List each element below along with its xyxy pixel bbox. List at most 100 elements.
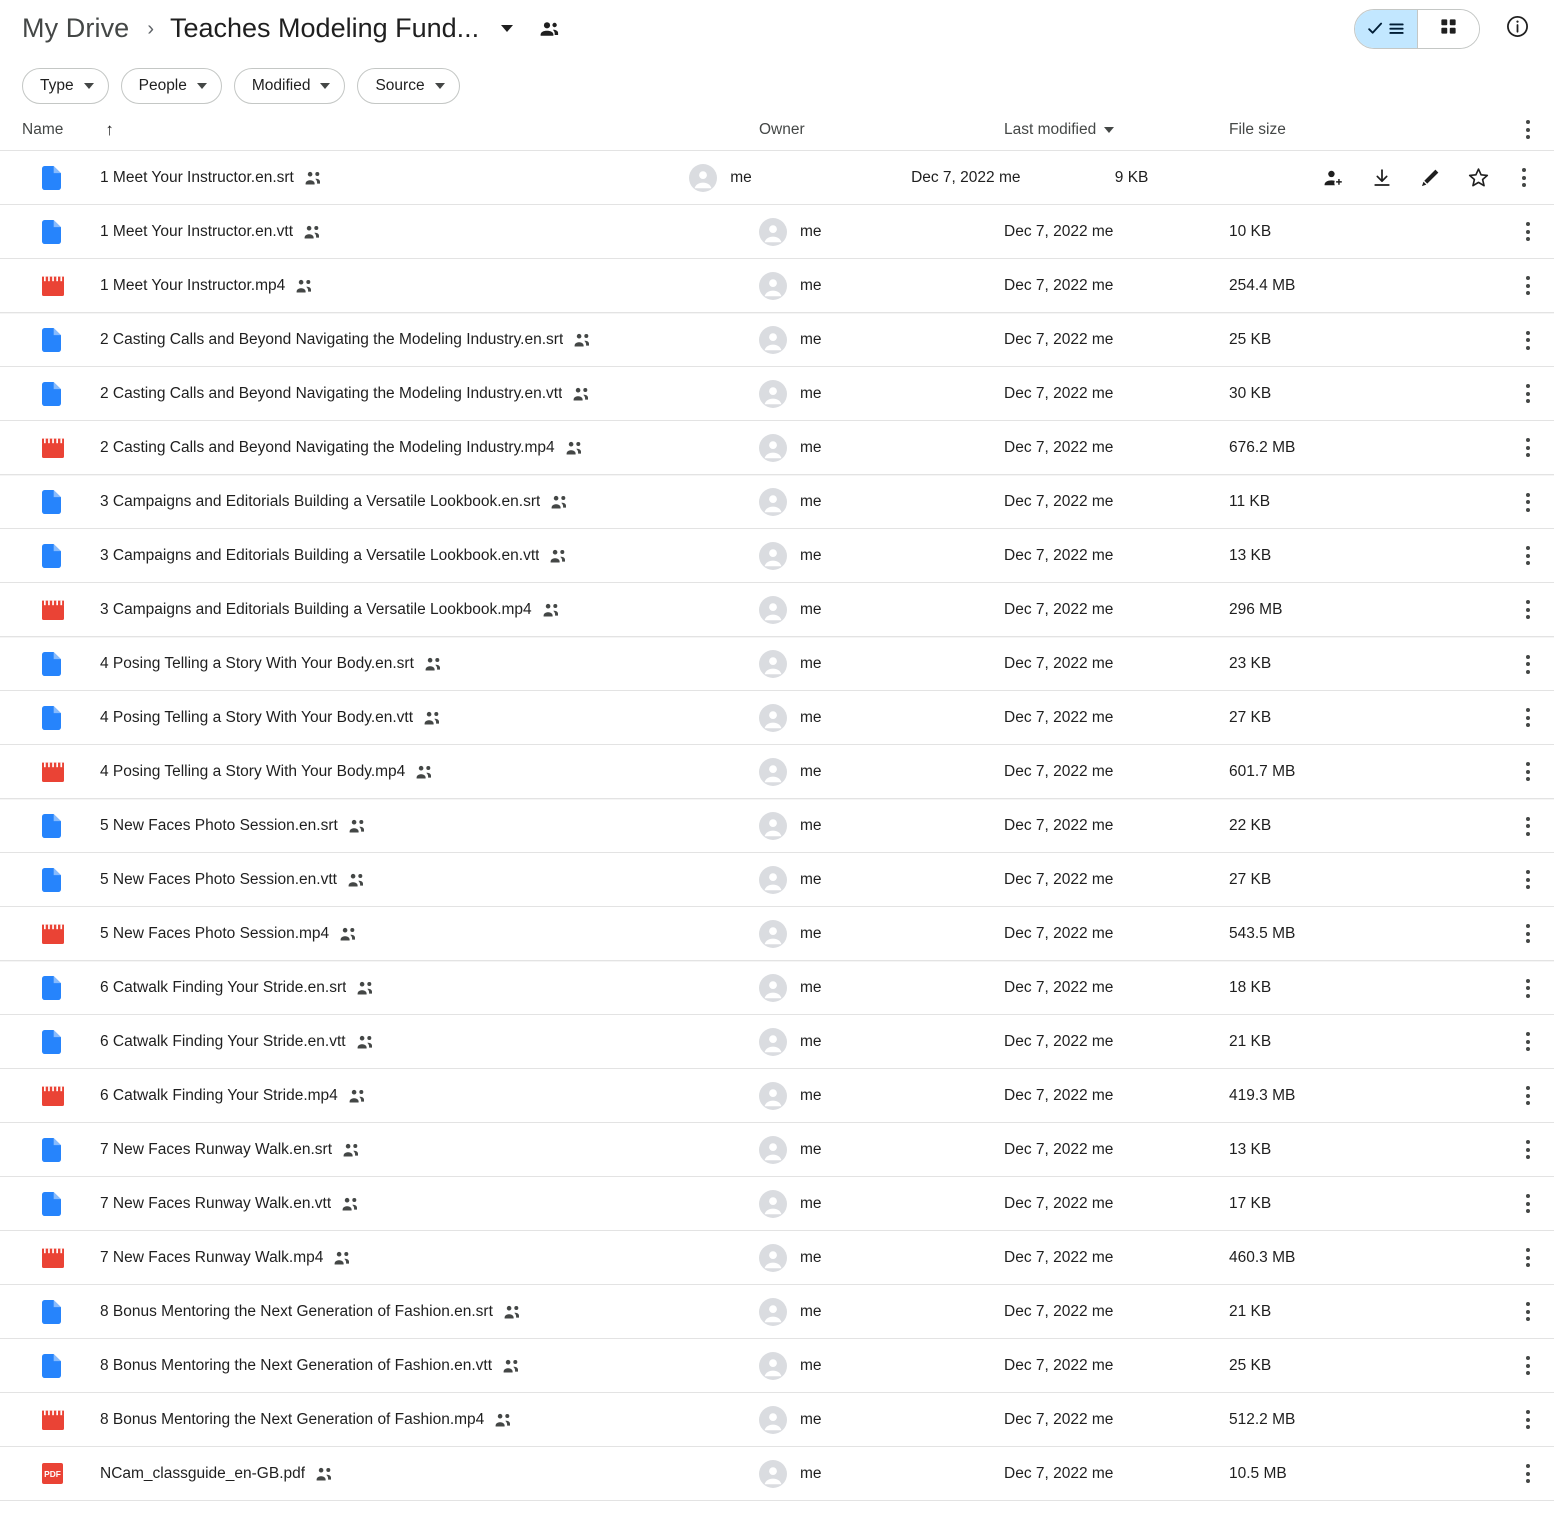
row-more-menu-icon[interactable] [1520,216,1536,247]
row-more-menu-icon[interactable] [1520,1188,1536,1219]
chevron-down-icon[interactable] [496,18,518,40]
file-name[interactable]: 5 New Faces Photo Session.en.vtt [100,871,337,889]
table-row[interactable]: 8 Bonus Mentoring the Next Generation of… [0,1339,1554,1393]
row-more-menu-icon[interactable] [1520,1026,1536,1057]
file-name[interactable]: 4 Posing Telling a Story With Your Body.… [100,655,414,673]
column-header-file-size[interactable]: File size [1229,121,1459,139]
download-icon[interactable] [1371,167,1393,189]
doc-file-icon [42,1137,100,1162]
filter-chip-source[interactable]: Source [357,68,460,104]
table-row[interactable]: 3 Campaigns and Editorials Building a Ve… [0,529,1554,583]
table-row[interactable]: 3 Campaigns and Editorials Building a Ve… [0,475,1554,529]
table-row[interactable]: 2 Casting Calls and Beyond Navigating th… [0,367,1554,421]
avatar [759,379,787,408]
file-name[interactable]: 8 Bonus Mentoring the Next Generation of… [100,1303,493,1321]
file-name[interactable]: 7 New Faces Runway Walk.en.vtt [100,1195,331,1213]
file-name[interactable]: 3 Campaigns and Editorials Building a Ve… [100,547,539,565]
grid-view-button[interactable] [1417,9,1479,48]
file-name[interactable]: 2 Casting Calls and Beyond Navigating th… [100,331,563,349]
info-button[interactable] [1498,10,1536,48]
table-row[interactable]: 2 Casting Calls and Beyond Navigating th… [0,313,1554,367]
filter-chip-modified[interactable]: Modified [233,68,346,104]
table-row[interactable]: 4 Posing Telling a Story With Your Body.… [0,691,1554,745]
file-name[interactable]: 6 Catwalk Finding Your Stride.en.vtt [100,1033,346,1051]
table-row[interactable]: 2 Casting Calls and Beyond Navigating th… [0,421,1554,475]
file-name[interactable]: 2 Casting Calls and Beyond Navigating th… [100,385,562,403]
list-view-button[interactable] [1355,9,1417,48]
file-name[interactable]: 7 New Faces Runway Walk.mp4 [100,1249,323,1267]
file-name[interactable]: 1 Meet Your Instructor.en.vtt [100,223,293,241]
file-name[interactable]: 5 New Faces Photo Session.mp4 [100,925,329,943]
file-name[interactable]: NCam_classguide_en-GB.pdf [100,1465,305,1483]
row-more-menu-icon[interactable] [1520,918,1536,949]
breadcrumb-my-drive[interactable]: My Drive [22,13,129,44]
column-header-last-modified[interactable]: Last modified [1004,121,1229,139]
table-row[interactable]: PDF NCam_classguide_en-GB.pdf me Dec 7, 202… [0,1447,1554,1501]
table-row[interactable]: 4 Posing Telling a Story With Your Body.… [0,637,1554,691]
row-more-menu-icon[interactable] [1520,973,1536,1004]
row-more-menu-icon[interactable] [1520,540,1536,571]
shared-people-icon [503,1359,521,1373]
file-name[interactable]: 1 Meet Your Instructor.mp4 [100,277,285,295]
row-more-menu-icon[interactable] [1520,702,1536,733]
table-row[interactable]: 3 Campaigns and Editorials Building a Ve… [0,583,1554,637]
table-row[interactable]: 6 Catwalk Finding Your Stride.mp4 me Dec 7… [0,1069,1554,1123]
file-name[interactable]: 3 Campaigns and Editorials Building a Ve… [100,601,532,619]
row-more-menu-icon[interactable] [1520,594,1536,625]
filter-chip-type[interactable]: Type [22,68,109,104]
person-add-icon[interactable] [1323,167,1345,189]
row-more-menu-icon[interactable] [1516,162,1532,193]
table-row[interactable]: 7 New Faces Runway Walk.mp4 me Dec 7, 2022… [0,1231,1554,1285]
table-row[interactable]: 1 Meet Your Instructor.en.vtt me Dec 7, 20… [0,205,1554,259]
file-name[interactable]: 8 Bonus Mentoring the Next Generation of… [100,1357,492,1375]
table-row[interactable]: 8 Bonus Mentoring the Next Generation of… [0,1393,1554,1447]
file-name[interactable]: 4 Posing Telling a Story With Your Body.… [100,709,413,727]
more-vertical-icon[interactable] [1520,114,1536,145]
file-name[interactable]: 1 Meet Your Instructor.en.srt [100,169,294,187]
file-name[interactable]: 7 New Faces Runway Walk.en.srt [100,1141,332,1159]
file-name[interactable]: 4 Posing Telling a Story With Your Body.… [100,763,405,781]
row-more-menu-icon[interactable] [1520,1242,1536,1273]
table-row[interactable]: 4 Posing Telling a Story With Your Body.… [0,745,1554,799]
pencil-edit-icon[interactable] [1419,167,1441,189]
filter-chip-people[interactable]: People [120,68,222,104]
row-more-menu-icon[interactable] [1520,487,1536,518]
table-row[interactable]: 1 Meet Your Instructor.en.srt me Dec 7, 20… [0,151,1554,205]
row-more-menu-icon[interactable] [1520,864,1536,895]
file-name[interactable]: 5 New Faces Photo Session.en.srt [100,817,338,835]
row-more-menu-icon[interactable] [1520,1080,1536,1111]
row-more-menu-icon[interactable] [1520,325,1536,356]
column-header-owner[interactable]: Owner [759,121,1004,139]
file-name[interactable]: 2 Casting Calls and Beyond Navigating th… [100,439,555,457]
row-more-menu-icon[interactable] [1520,649,1536,680]
table-row[interactable]: 7 New Faces Runway Walk.en.srt me Dec 7, 2… [0,1123,1554,1177]
table-row[interactable]: 6 Catwalk Finding Your Stride.en.srt me De… [0,961,1554,1015]
file-name[interactable]: 6 Catwalk Finding Your Stride.en.srt [100,979,346,997]
sort-ascending-icon[interactable]: ↑ [105,121,114,138]
row-more-menu-icon[interactable] [1520,1404,1536,1435]
table-row[interactable]: 1 Meet Your Instructor.mp4 me Dec 7, 2022 … [0,259,1554,313]
star-outline-icon[interactable] [1467,166,1490,189]
table-row[interactable]: 6 Catwalk Finding Your Stride.en.vtt me De… [0,1015,1554,1069]
view-mode-toggle[interactable] [1354,8,1480,49]
row-more-menu-icon[interactable] [1520,1458,1536,1489]
file-name[interactable]: 3 Campaigns and Editorials Building a Ve… [100,493,540,511]
table-row[interactable]: 5 New Faces Photo Session.mp4 me Dec 7, 20… [0,907,1554,961]
row-more-menu-icon[interactable] [1520,432,1536,463]
table-row[interactable]: 8 Bonus Mentoring the Next Generation of… [0,1285,1554,1339]
row-more-menu-icon[interactable] [1520,1350,1536,1381]
table-row[interactable]: 7 New Faces Runway Walk.en.vtt me Dec 7, 2… [0,1177,1554,1231]
row-more-menu-icon[interactable] [1520,1296,1536,1327]
breadcrumb-current-folder[interactable]: Teaches Modeling Fund... [170,13,479,44]
file-name[interactable]: 6 Catwalk Finding Your Stride.mp4 [100,1087,338,1105]
row-more-menu-icon[interactable] [1520,270,1536,301]
file-name[interactable]: 8 Bonus Mentoring the Next Generation of… [100,1411,484,1429]
shared-people-icon [357,1035,375,1049]
row-more-menu-icon[interactable] [1520,756,1536,787]
row-more-menu-icon[interactable] [1520,1134,1536,1165]
table-row[interactable]: 5 New Faces Photo Session.en.srt me Dec 7,… [0,799,1554,853]
row-more-menu-icon[interactable] [1520,378,1536,409]
row-more-menu-icon[interactable] [1520,811,1536,842]
table-row[interactable]: 5 New Faces Photo Session.en.vtt me Dec 7,… [0,853,1554,907]
column-header-name[interactable]: Name ↑ [22,121,759,139]
